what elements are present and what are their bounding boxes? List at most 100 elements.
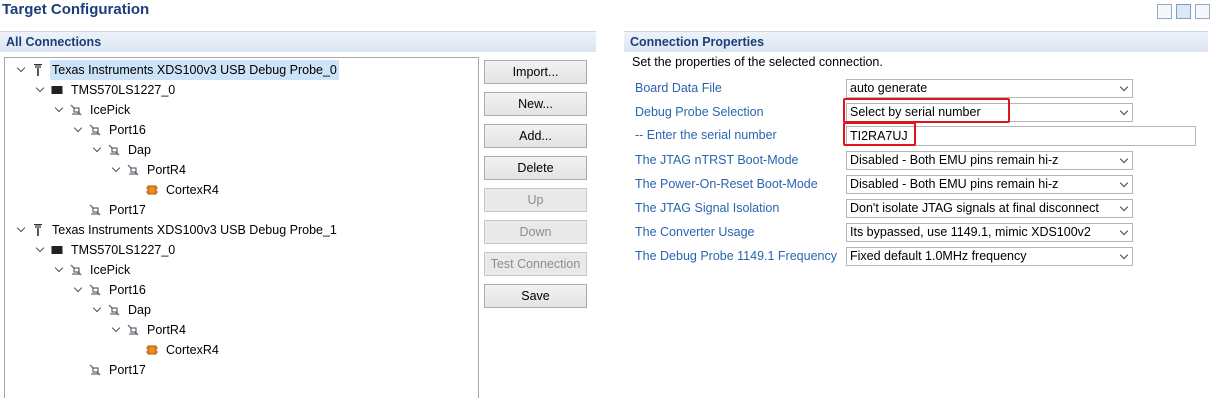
jtag-signal-isolation-select[interactable]: Don't isolate JTAG signals at final disc…: [846, 199, 1133, 218]
tree-item-label: Texas Instruments XDS100v3 USB Debug Pro…: [50, 60, 339, 80]
property-power-on-reset-boot-mode: The Power-On-Reset Boot-Mode Disabled - …: [635, 175, 1205, 195]
tree-item-label: Port17: [109, 203, 146, 217]
import-button[interactable]: Import...: [484, 60, 587, 84]
tree-item-label: TMS570LS1227_0: [71, 83, 176, 97]
tree-item-port[interactable]: Port17: [88, 200, 148, 220]
router-icon: [126, 323, 140, 337]
jtag-ntrst-boot-mode-select[interactable]: Disabled - Both EMU pins remain hi-z: [846, 151, 1133, 170]
router-icon: [107, 303, 121, 317]
router-icon: [88, 363, 102, 377]
tree-item-port[interactable]: PortR4: [110, 320, 188, 340]
collapse-icon[interactable]: [1157, 4, 1172, 19]
tree-item-label: PortR4: [147, 163, 186, 177]
tree-item-router[interactable]: IcePick: [53, 260, 132, 280]
selected-value: Its bypassed, use 1149.1, mimic XDS100v2: [850, 225, 1091, 239]
property-jtag-signal-isolation: The JTAG Signal Isolation Don't isolate …: [635, 199, 1205, 219]
router-icon: [69, 103, 83, 117]
property-label: The Debug Probe 1149.1 Frequency: [635, 249, 837, 263]
list-view-icon[interactable]: [1195, 4, 1210, 19]
property-label: The JTAG nTRST Boot-Mode: [635, 153, 799, 167]
chevron-down-icon[interactable]: [53, 264, 65, 276]
chevron-down-icon[interactable]: [1116, 176, 1132, 193]
all-connections-header: All Connections: [0, 31, 596, 52]
chevron-down-icon[interactable]: [110, 324, 122, 336]
tree-item-port[interactable]: Port17: [88, 360, 148, 380]
save-button[interactable]: Save: [484, 284, 587, 308]
tree-item-device[interactable]: TMS570LS1227_0: [34, 240, 177, 260]
property-label: The Converter Usage: [635, 225, 755, 239]
chip-icon: [50, 83, 64, 97]
down-button[interactable]: Down: [484, 220, 587, 244]
board-data-file-select[interactable]: auto generate: [846, 79, 1133, 98]
tree-item-port[interactable]: Port16: [72, 120, 148, 140]
connections-tree[interactable]: Texas Instruments XDS100v3 USB Debug Pro…: [4, 57, 479, 398]
chevron-down-icon[interactable]: [15, 64, 27, 76]
all-connections-panel: All Connections Texas Instruments XDS100…: [0, 31, 596, 398]
test-connection-button[interactable]: Test Connection: [484, 252, 587, 276]
power-on-reset-boot-mode-select[interactable]: Disabled - Both EMU pins remain hi-z: [846, 175, 1133, 194]
converter-usage-select[interactable]: Its bypassed, use 1149.1, mimic XDS100v2: [846, 223, 1133, 242]
tree-item-dap[interactable]: Dap: [91, 300, 153, 320]
chevron-down-icon[interactable]: [1116, 152, 1132, 169]
router-icon: [107, 143, 121, 157]
chevron-down-icon[interactable]: [1116, 104, 1132, 121]
chevron-down-icon[interactable]: [72, 284, 84, 296]
tree-item-label: Port16: [109, 283, 146, 297]
connection-buttons: Import... New... Add... Delete Up Down T…: [484, 60, 587, 316]
cpu-icon: [145, 343, 159, 357]
tree-item-cpu[interactable]: CortexR4: [145, 180, 221, 200]
tree-item-label: PortR4: [147, 323, 186, 337]
chevron-down-icon[interactable]: [1116, 248, 1132, 265]
probe-icon: [31, 63, 45, 77]
grid-view-icon[interactable]: [1176, 4, 1191, 19]
tree-item-port[interactable]: Port16: [72, 280, 148, 300]
connection-properties-header: Connection Properties: [624, 31, 1208, 52]
tree-item-label: IcePick: [90, 263, 131, 277]
new-button[interactable]: New...: [484, 92, 587, 116]
tree-item-cpu[interactable]: CortexR4: [145, 340, 221, 360]
tree-item-port[interactable]: PortR4: [110, 160, 188, 180]
router-icon: [126, 163, 140, 177]
selected-value: Disabled - Both EMU pins remain hi-z: [850, 153, 1059, 167]
chevron-down-icon[interactable]: [34, 84, 46, 96]
chevron-down-icon[interactable]: [91, 304, 103, 316]
property-converter-usage: The Converter Usage Its bypassed, use 11…: [635, 223, 1205, 243]
chevron-down-icon[interactable]: [72, 124, 84, 136]
tree-item-label: CortexR4: [166, 343, 219, 357]
tree-item-label: IcePick: [90, 103, 131, 117]
up-button[interactable]: Up: [484, 188, 587, 212]
chevron-down-icon[interactable]: [34, 244, 46, 256]
page-title: Target Configuration: [2, 1, 150, 18]
selected-value: auto generate: [850, 81, 928, 95]
chevron-down-icon[interactable]: [53, 104, 65, 116]
chevron-down-icon[interactable]: [91, 144, 103, 156]
router-icon: [69, 263, 83, 277]
property-label: Board Data File: [635, 81, 722, 95]
property-label: Debug Probe Selection: [635, 105, 764, 119]
add-button[interactable]: Add...: [484, 124, 587, 148]
chevron-down-icon[interactable]: [1116, 200, 1132, 217]
selected-value: Fixed default 1.0MHz frequency: [850, 249, 1027, 263]
tree-item-probe-1[interactable]: Texas Instruments XDS100v3 USB Debug Pro…: [15, 220, 339, 240]
tree-item-device[interactable]: TMS570LS1227_0: [34, 80, 177, 100]
delete-button[interactable]: Delete: [484, 156, 587, 180]
property-label: The Power-On-Reset Boot-Mode: [635, 177, 818, 191]
tree-item-probe-0[interactable]: Texas Instruments XDS100v3 USB Debug Pro…: [15, 60, 339, 80]
chevron-down-icon[interactable]: [1116, 224, 1132, 241]
tree-item-router[interactable]: IcePick: [53, 100, 132, 120]
tree-item-dap[interactable]: Dap: [91, 140, 153, 160]
cpu-icon: [145, 183, 159, 197]
chevron-down-icon[interactable]: [1116, 80, 1132, 97]
tree-item-label: Dap: [128, 143, 151, 157]
probe-icon: [31, 223, 45, 237]
property-debug-probe-frequency: The Debug Probe 1149.1 Frequency Fixed d…: [635, 247, 1205, 267]
property-serial-number: -- Enter the serial number TI2RA7UJ: [635, 122, 1205, 146]
tree-item-label: CortexR4: [166, 183, 219, 197]
highlight-box: [843, 98, 1010, 123]
chevron-down-icon[interactable]: [110, 164, 122, 176]
highlight-box: [843, 122, 916, 146]
debug-probe-frequency-select[interactable]: Fixed default 1.0MHz frequency: [846, 247, 1133, 266]
chevron-down-icon[interactable]: [15, 224, 27, 236]
tree-item-label: TMS570LS1227_0: [71, 243, 176, 257]
properties-description: Set the properties of the selected conne…: [632, 55, 883, 69]
